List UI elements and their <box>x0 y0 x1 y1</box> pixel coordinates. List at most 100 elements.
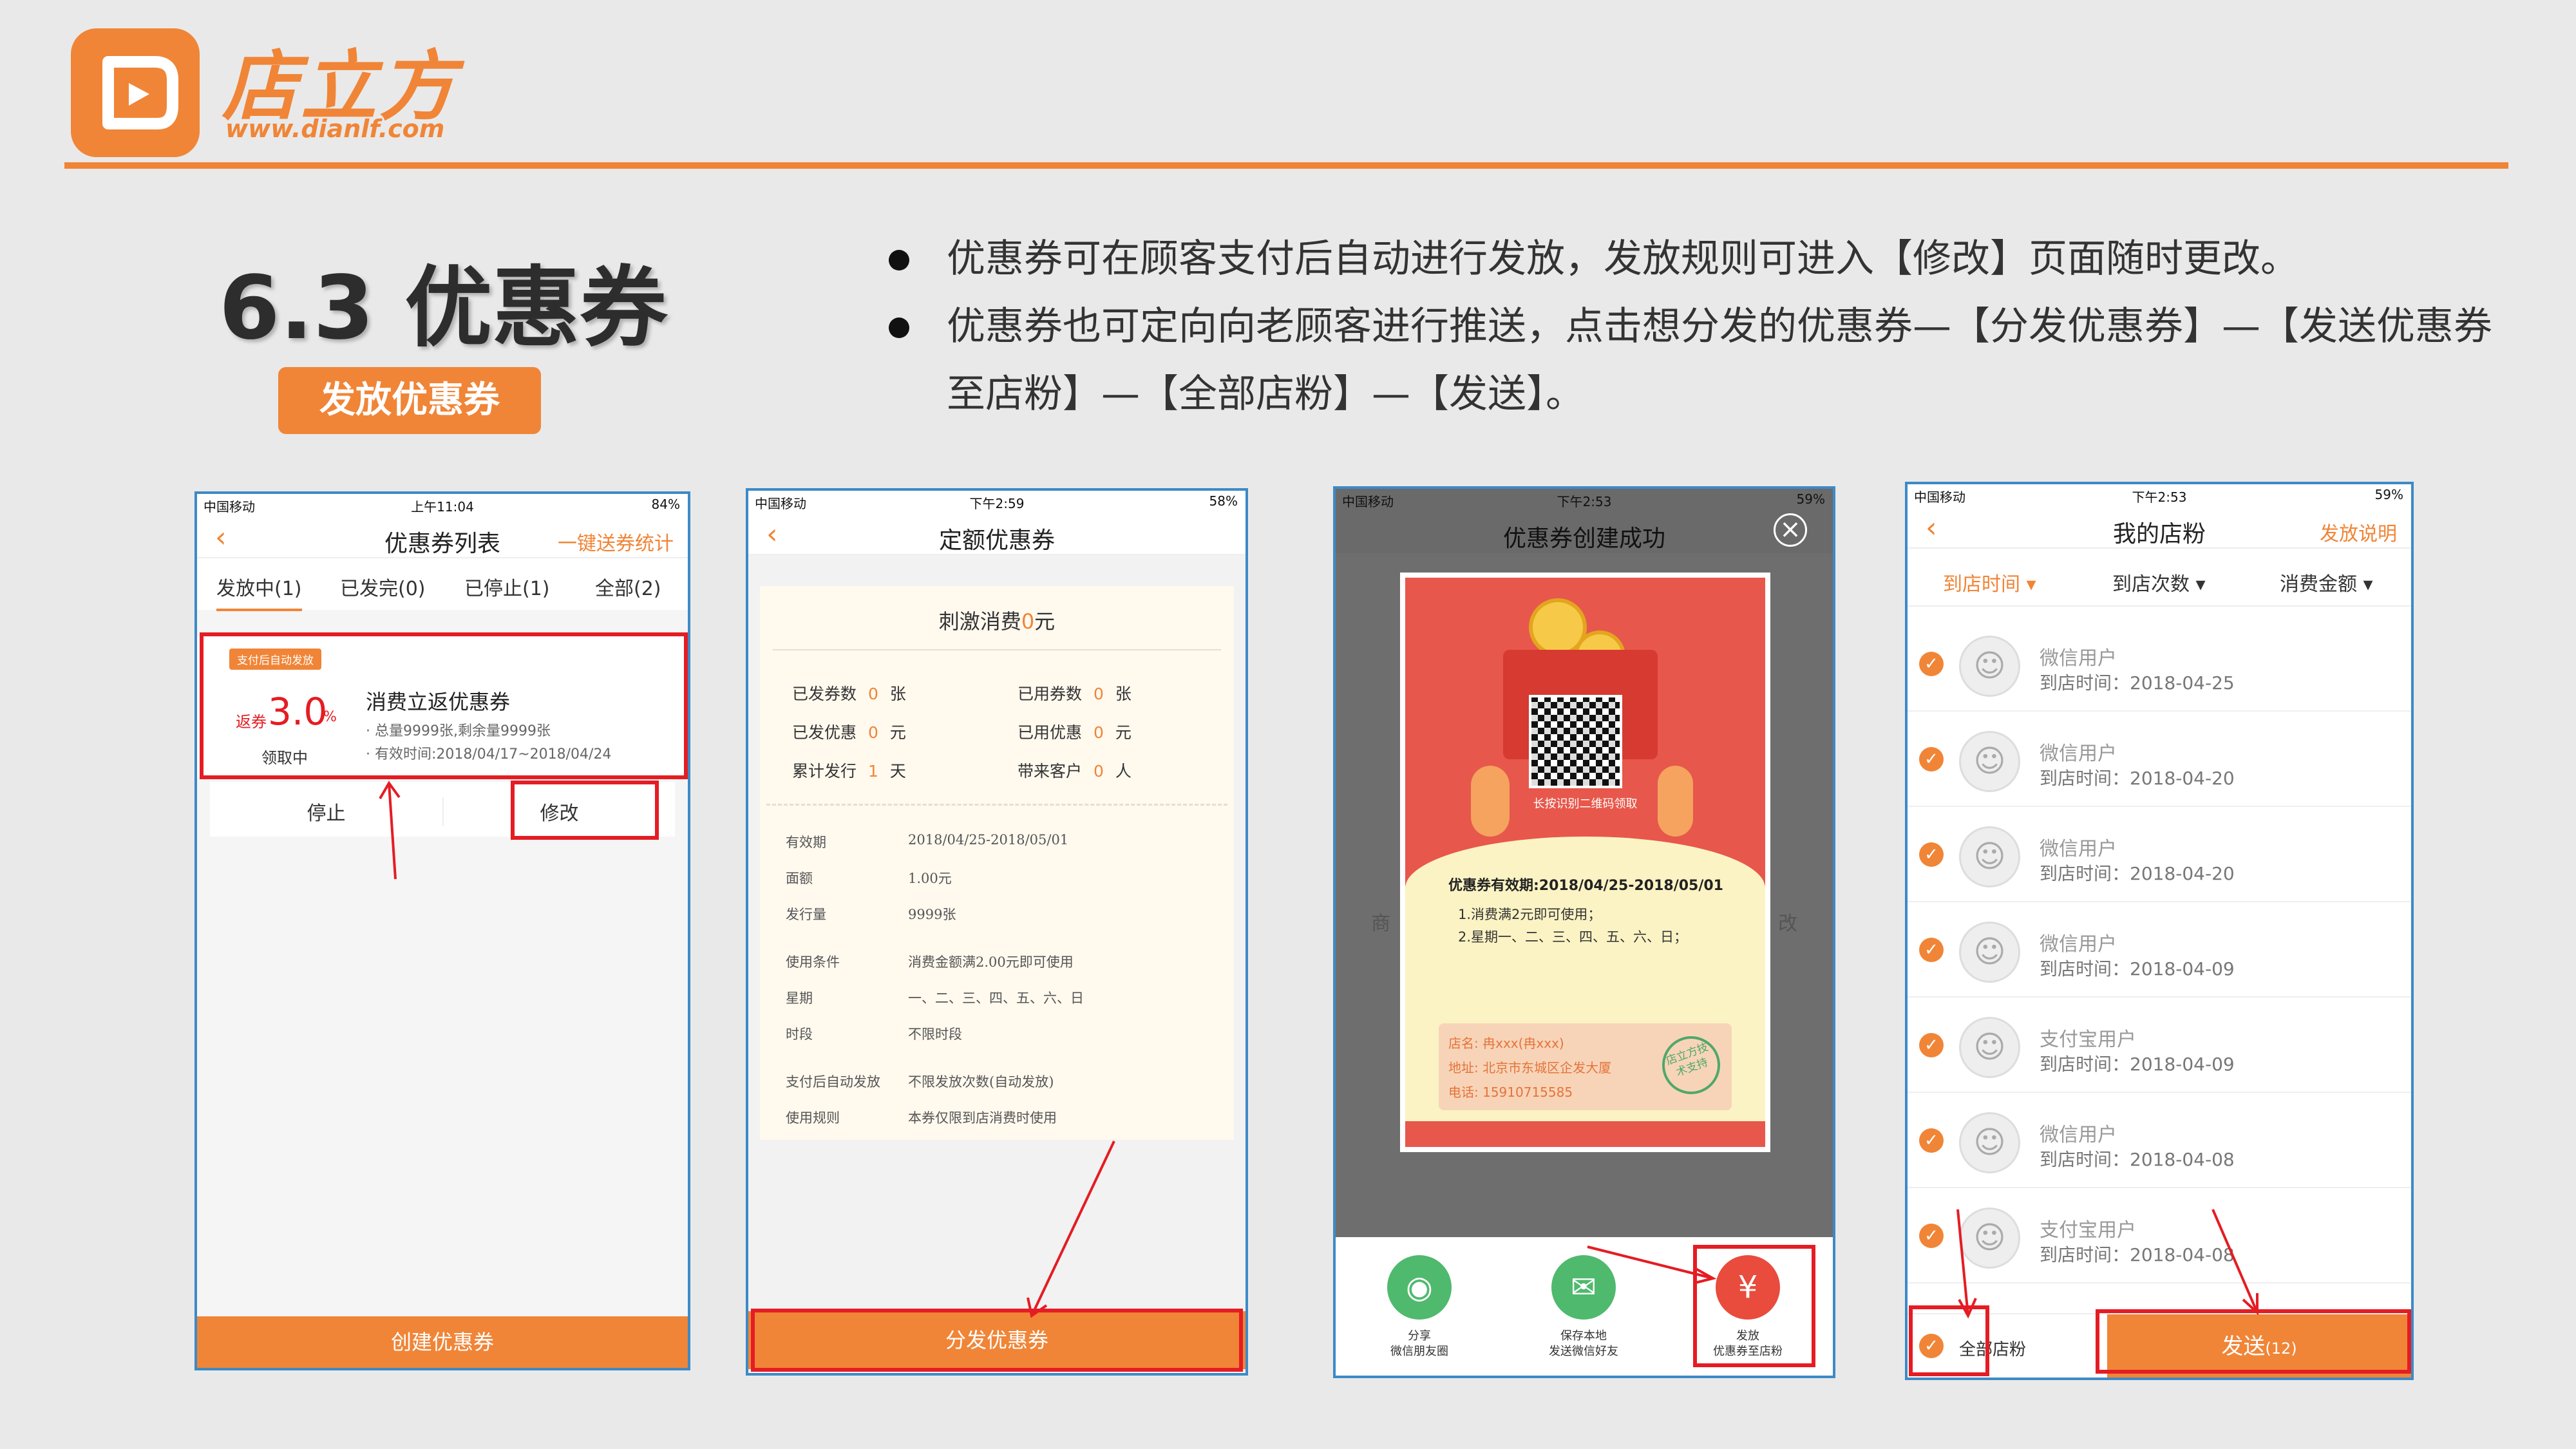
bg-partial-left: 商 <box>1371 913 1390 935</box>
logo-mark-icon <box>102 56 178 129</box>
coupon-detail-card: 刺激消费0元 已发券数 0 张 已用券数 0 张 已发优惠 0 元 已用优惠 0 元 累计发行 1… <box>760 586 1234 1140</box>
check-icon[interactable]: ✓ <box>1919 842 1944 867</box>
bg-partial-right: 改 <box>1778 913 1797 935</box>
tab-all[interactable]: 全部(2) <box>595 573 661 601</box>
detail-key: 有效期 <box>786 835 826 850</box>
stat-days: 累计发行 1 天 <box>792 762 906 781</box>
highlight-send-button <box>2096 1309 2411 1374</box>
tab-stopped[interactable]: 已停止(1) <box>464 573 550 601</box>
detail-value: 9999张 <box>908 907 956 922</box>
detail-value: 2018/04/25-2018/05/01 <box>908 832 1069 848</box>
fan-row[interactable]: ✓ ☺ 支付宝用户 到店时间：2018-04-08 <box>1908 1188 2411 1283</box>
filter-arrival-time[interactable]: 到店时间 ▾ <box>1943 568 2036 596</box>
poster-red-bottom <box>1405 1121 1765 1147</box>
camera-icon: ◉ <box>1387 1255 1452 1320</box>
nav-bar: ‹ 优惠券列表 一键送券统计 <box>197 513 688 558</box>
stat-customers: 带来客户 0 人 <box>1018 762 1132 781</box>
check-icon[interactable]: ✓ <box>1919 747 1944 772</box>
filter-bar: 到店时间 ▾ 到店次数 ▾ 消费金额 ▾ <box>1908 555 2411 607</box>
close-icon[interactable]: × <box>1774 513 1807 547</box>
check-icon[interactable]: ✓ <box>1919 1128 1944 1153</box>
share-moments-action[interactable]: ◉ 分享 微信朋友圈 <box>1368 1255 1471 1359</box>
nav-bar: 优惠券创建成功 × <box>1336 508 1833 553</box>
dashed-divider <box>766 804 1227 806</box>
tab-issuing[interactable]: 发放中(1) <box>216 573 302 611</box>
fan-row[interactable]: ✓ ☺ 微信用户 到店时间：2018-04-09 <box>1908 902 2411 998</box>
status-bar: 中国移动 下午2:53 59% <box>1336 489 1833 509</box>
page-title: 定额优惠券 <box>938 527 1055 554</box>
highlight-select-all <box>1909 1305 1989 1376</box>
stimulus-header: 刺激消费0元 <box>938 609 1056 634</box>
detail-value: 1.00元 <box>908 871 952 886</box>
check-icon[interactable]: ✓ <box>1919 938 1944 962</box>
stat-used-amount: 已用优惠 0 元 <box>1018 723 1132 742</box>
check-icon[interactable]: ✓ <box>1919 1224 1944 1248</box>
stat-issued: 已发券数 0 张 <box>792 685 906 703</box>
status-bar: 中国移动 上午11:04 84% <box>197 494 688 515</box>
filter-visit-count[interactable]: 到店次数 ▾ <box>2112 568 2206 596</box>
shop-phone: 电话: 15910715585 <box>1448 1084 1573 1100</box>
coupon-stats-link[interactable]: 一键送券统计 <box>558 527 674 556</box>
rule-line: 2.星期一、二、三、四、五、六、日； <box>1458 929 1688 945</box>
rule-line: 1.消费满2元即可使用； <box>1458 907 1602 922</box>
phone-coupon-list: 中国移动 上午11:04 84% ‹ 优惠券列表 一键送券统计 发放中(1) 已… <box>194 491 690 1370</box>
filter-spend-amount[interactable]: 消费金额 ▾ <box>2280 568 2373 596</box>
brand-url: www.dianlf.com <box>225 115 445 143</box>
detail-key: 使用条件 <box>786 954 840 970</box>
header-divider <box>64 162 2508 169</box>
bullet-dot-icon <box>889 317 909 338</box>
phone-coupon-detail: 中国移动 下午2:59 58% ‹ 定额优惠券 刺激消费0元 已发券数 0 张 已用… <box>746 488 1248 1376</box>
fan-row[interactable]: ✓ ☺ 微信用户 到店时间：2018-04-25 <box>1908 616 2411 712</box>
phone-coupon-created: 中国移动 下午2:53 59% 优惠券创建成功 × 商 改 长按识别二维码领取 … <box>1333 486 1835 1378</box>
detail-value: 消费金额满2.00元即可使用 <box>908 954 1074 970</box>
shop-info-card: 店名: 冉xxx(冉xxx) 地址: 北京市东城区企发大厦 电话: 159107… <box>1439 1023 1732 1110</box>
send-explanation-link[interactable]: 发放说明 <box>2320 518 2397 546</box>
detail-value: 不限时段 <box>908 1027 962 1042</box>
shop-name: 店名: 冉xxx(冉xxx) <box>1448 1036 1564 1051</box>
status-bar: 中国移动 下午2:53 59% <box>1914 487 2403 505</box>
detail-value: 本券仅限到店消费时使用 <box>908 1110 1057 1126</box>
save-share-friend-action[interactable]: ✉ 保存本地 发送微信好友 <box>1532 1255 1635 1359</box>
avatar: ☺ <box>1959 731 2020 792</box>
coupon-poster: 长按识别二维码领取 优惠券有效期:2018/04/25-2018/05/01 1… <box>1400 573 1770 1152</box>
support-stamp: 店立方技术支持 <box>1654 1028 1728 1103</box>
highlight-distribute-button <box>751 1309 1243 1372</box>
fan-row[interactable]: ✓ ☺ 支付宝用户 到店时间：2018-04-09 <box>1908 998 2411 1093</box>
stat-issued-amount: 已发优惠 0 元 <box>792 723 906 742</box>
avatar: ☺ <box>1959 826 2020 887</box>
shop-address: 地址: 北京市东城区企发大厦 <box>1448 1060 1612 1075</box>
wechat-icon: ✉ <box>1551 1255 1616 1320</box>
detail-key: 时段 <box>786 1027 813 1042</box>
fan-row[interactable]: ✓ ☺ 微信用户 到店时间：2018-04-08 <box>1908 1093 2411 1188</box>
avatar: ☺ <box>1959 1017 2020 1078</box>
nav-bar: ‹ 定额优惠券 <box>748 510 1245 555</box>
section-subtitle-badge: 发放优惠券 <box>278 367 541 434</box>
detail-key: 支付后自动发放 <box>786 1074 880 1090</box>
check-icon[interactable]: ✓ <box>1919 652 1944 676</box>
phone-my-fans: 中国移动 下午2:53 59% ‹ 我的店粉 发放说明 到店时间 ▾ 到店次数 … <box>1905 482 2414 1380</box>
page-title: 优惠券创建成功 <box>1502 526 1665 552</box>
check-icon[interactable]: ✓ <box>1919 1033 1944 1057</box>
status-bar: 中国移动 下午2:59 58% <box>748 491 1245 511</box>
tab-finished[interactable]: 已发完(0) <box>340 573 426 601</box>
stop-button[interactable]: 停止 <box>210 797 442 826</box>
fan-row[interactable]: ✓ ☺ 微信用户 到店时间：2018-04-20 <box>1908 712 2411 807</box>
highlight-edit-button <box>511 781 659 840</box>
share-action-bar: ◉ 分享 微信朋友圈 ✉ 保存本地 发送微信好友 ¥ 发放 优惠券至店粉 <box>1336 1237 1833 1376</box>
detail-key: 星期 <box>786 990 813 1006</box>
create-coupon-button[interactable]: 创建优惠券 <box>197 1316 688 1368</box>
detail-key: 发行量 <box>786 907 826 922</box>
detail-value: 一、二、三、四、五、六、日 <box>908 990 1084 1006</box>
coupon-tabs: 发放中(1) 已发完(0) 已停止(1) 全部(2) <box>197 558 688 611</box>
fan-row[interactable]: ✓ ☺ 微信用户 到店时间：2018-04-20 <box>1908 807 2411 902</box>
section-title: 6.3 优惠券 <box>219 258 668 359</box>
highlight-send-to-fans <box>1693 1245 1815 1367</box>
detail-key: 使用规则 <box>786 1110 840 1126</box>
avatar: ☺ <box>1959 1208 2020 1269</box>
divider <box>773 649 1221 650</box>
qr-code <box>1529 695 1622 788</box>
bullet-item: 优惠券也可定向向老顾客进行推送，点击想分发的优惠券—【分发优惠券】—【发送优惠券… <box>882 293 2512 428</box>
avatar: ☺ <box>1959 636 2020 697</box>
bullet-list: 优惠券可在顾客支付后自动进行发放，发放规则可进入【修改】页面随时更改。 优惠券也… <box>882 225 2512 428</box>
detail-key: 面额 <box>786 871 813 886</box>
